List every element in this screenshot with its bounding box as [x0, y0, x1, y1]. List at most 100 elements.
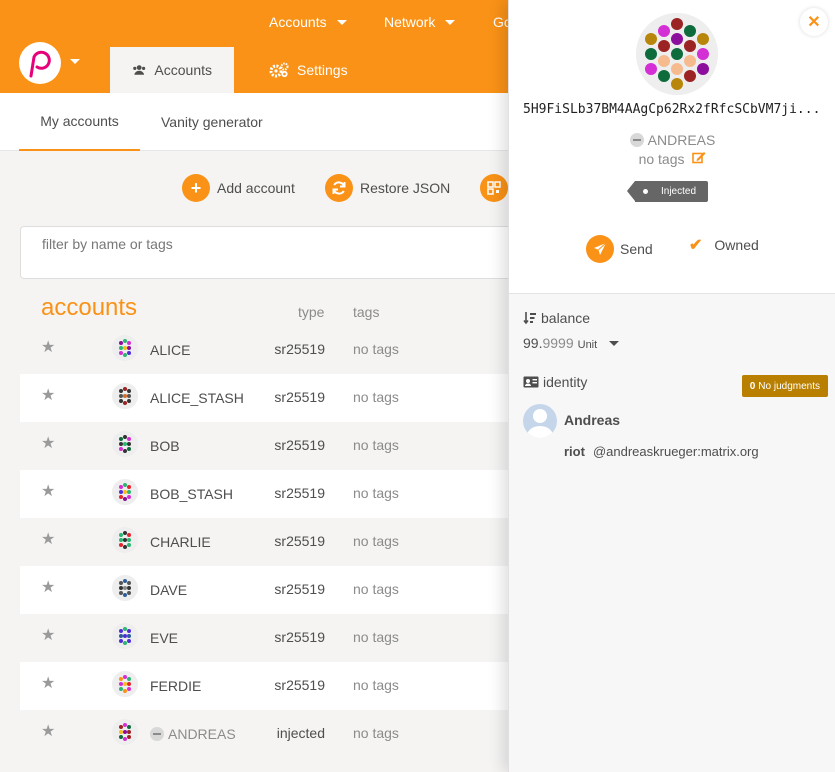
account-sidebar: ✕ 5H9FiSLb37BM4AAgCp62Rx2fRfcSCbVM7ji...: [508, 0, 835, 772]
account-type: sr25519: [274, 341, 325, 357]
identity-name: Andreas: [564, 412, 621, 428]
account-name: ALICE: [150, 342, 191, 358]
accounts-table-title: accounts: [41, 294, 138, 321]
tab-settings-label: Settings: [297, 62, 348, 78]
send-button[interactable]: Send: [586, 235, 653, 263]
account-identicon: [112, 575, 138, 601]
sync-icon: [325, 174, 353, 202]
account-identicon: [112, 527, 138, 553]
owned-label: Owned: [714, 237, 759, 253]
account-row[interactable]: ★ EVE sr25519 no tags: [20, 614, 520, 662]
account-name: CHARLIE: [150, 534, 211, 550]
favorite-star-icon[interactable]: ★: [41, 532, 57, 548]
edit-tags-icon[interactable]: [689, 151, 707, 167]
check-icon: ✔: [689, 237, 703, 254]
caret-down-icon[interactable]: [609, 340, 620, 346]
sidebar-address[interactable]: 5H9FiSLb37BM4AAgCp62Rx2fRfcSCbVM7ji...: [523, 102, 829, 117]
judgments-badge: 0 No judgments: [741, 375, 828, 397]
account-tags: no tags: [353, 389, 399, 405]
menu-network-label: Network: [384, 14, 436, 30]
account-type: sr25519: [274, 677, 325, 693]
qrcode-icon: [480, 174, 508, 202]
account-type: sr25519: [274, 437, 325, 453]
account-tags: no tags: [353, 341, 399, 357]
account-tags: no tags: [353, 581, 399, 597]
account-identicon: [112, 671, 138, 697]
paper-plane-icon: [586, 235, 614, 263]
polkadot-p-icon: [29, 50, 51, 78]
subtab-my-accounts[interactable]: My accounts: [19, 93, 140, 151]
users-icon: [133, 65, 146, 75]
tab-accounts-label: Accounts: [154, 62, 212, 78]
account-identicon: [112, 623, 138, 649]
favorite-star-icon[interactable]: ★: [41, 484, 57, 500]
tab-accounts[interactable]: Accounts: [110, 47, 234, 93]
account-row[interactable]: ★ CHARLIE sr25519 no tags: [20, 518, 520, 566]
gears-icon: [269, 62, 289, 78]
account-row[interactable]: ★ ALICE_STASH sr25519 no tags: [20, 374, 520, 422]
identity-riot: riot @andreaskrueger:matrix.org: [564, 444, 759, 459]
subtab-my-accounts-label: My accounts: [40, 113, 119, 129]
account-identicon: [112, 383, 138, 409]
menu-network[interactable]: Network: [384, 14, 456, 30]
account-identicon: [112, 431, 138, 457]
minus-circle-icon: [150, 727, 164, 741]
riot-value[interactable]: @andreaskrueger:matrix.org: [593, 444, 759, 459]
sidebar-account-name-text: ANDREAS: [647, 132, 716, 148]
account-row[interactable]: ★ BOB sr25519 no tags: [20, 422, 520, 470]
favorite-star-icon[interactable]: ★: [41, 628, 57, 644]
identity-avatar: [523, 404, 557, 438]
account-type: sr25519: [274, 629, 325, 645]
account-name: ANDREAS: [168, 726, 236, 742]
tab-settings[interactable]: Settings: [247, 47, 370, 93]
polkadot-logo[interactable]: [19, 42, 61, 84]
favorite-star-icon[interactable]: ★: [41, 724, 57, 740]
account-tags: no tags: [353, 725, 399, 741]
id-card-icon: [523, 376, 539, 388]
account-name: ALICE_STASH: [150, 390, 244, 406]
riot-label: riot: [564, 444, 585, 459]
owned-indicator: ✔ Owned: [689, 235, 759, 255]
add-account-label: Add account: [217, 180, 295, 196]
account-identicon: [112, 719, 138, 745]
subtab-vanity-generator-label: Vanity generator: [161, 114, 263, 130]
favorite-star-icon[interactable]: ★: [41, 340, 57, 356]
account-identicon: [112, 335, 138, 361]
sidebar-tags: no tags: [509, 151, 835, 167]
menu-accounts[interactable]: Accounts: [269, 14, 347, 30]
favorite-star-icon[interactable]: ★: [41, 388, 57, 404]
injected-tag: Injected: [626, 181, 709, 202]
account-identicon: [112, 479, 138, 505]
favorite-star-icon[interactable]: ★: [41, 676, 57, 692]
favorite-star-icon[interactable]: ★: [41, 436, 57, 452]
favorite-star-icon[interactable]: ★: [41, 580, 57, 596]
add-account-button[interactable]: + Add account: [182, 174, 295, 202]
accounts-table: accounts type tags ★ ALICE sr25519 no ta…: [20, 286, 520, 760]
identity-label: identity: [523, 374, 587, 390]
account-row[interactable]: ★ ALICE sr25519 no tags: [20, 326, 520, 374]
qr-account-button[interactable]: [480, 174, 508, 202]
account-row[interactable]: ★ DAVE sr25519 no tags: [20, 566, 520, 614]
filter-input[interactable]: filter by name or tags: [20, 226, 520, 279]
account-name: BOB_STASH: [150, 486, 233, 502]
column-header-tags: tags: [353, 304, 380, 320]
subtab-vanity-generator[interactable]: Vanity generator: [161, 93, 263, 151]
account-tags: no tags: [353, 437, 399, 453]
identity-label-text: identity: [543, 374, 588, 390]
balance-value[interactable]: 99. 9999 Unit: [523, 335, 620, 351]
account-name: DAVE: [150, 582, 188, 598]
column-header-type: type: [298, 304, 325, 320]
plus-icon: +: [182, 174, 210, 202]
balance-integer: 99.: [523, 335, 543, 351]
account-row[interactable]: ★ FERDIE sr25519 no tags: [20, 662, 520, 710]
close-sidebar-button[interactable]: ✕: [800, 8, 828, 36]
judgments-label: No judgments: [758, 380, 820, 392]
account-row[interactable]: ★ BOB_STASH sr25519 no tags: [20, 470, 520, 518]
account-name: BOB: [150, 438, 180, 454]
injected-tag-label: Injected: [661, 186, 697, 197]
chain-selector-caret-icon[interactable]: [70, 59, 80, 64]
balance-unit: Unit: [577, 339, 598, 351]
balance-label: balance: [523, 310, 590, 326]
restore-json-button[interactable]: Restore JSON: [325, 174, 450, 202]
account-row[interactable]: ★ ANDREAS injected no tags: [20, 710, 520, 758]
